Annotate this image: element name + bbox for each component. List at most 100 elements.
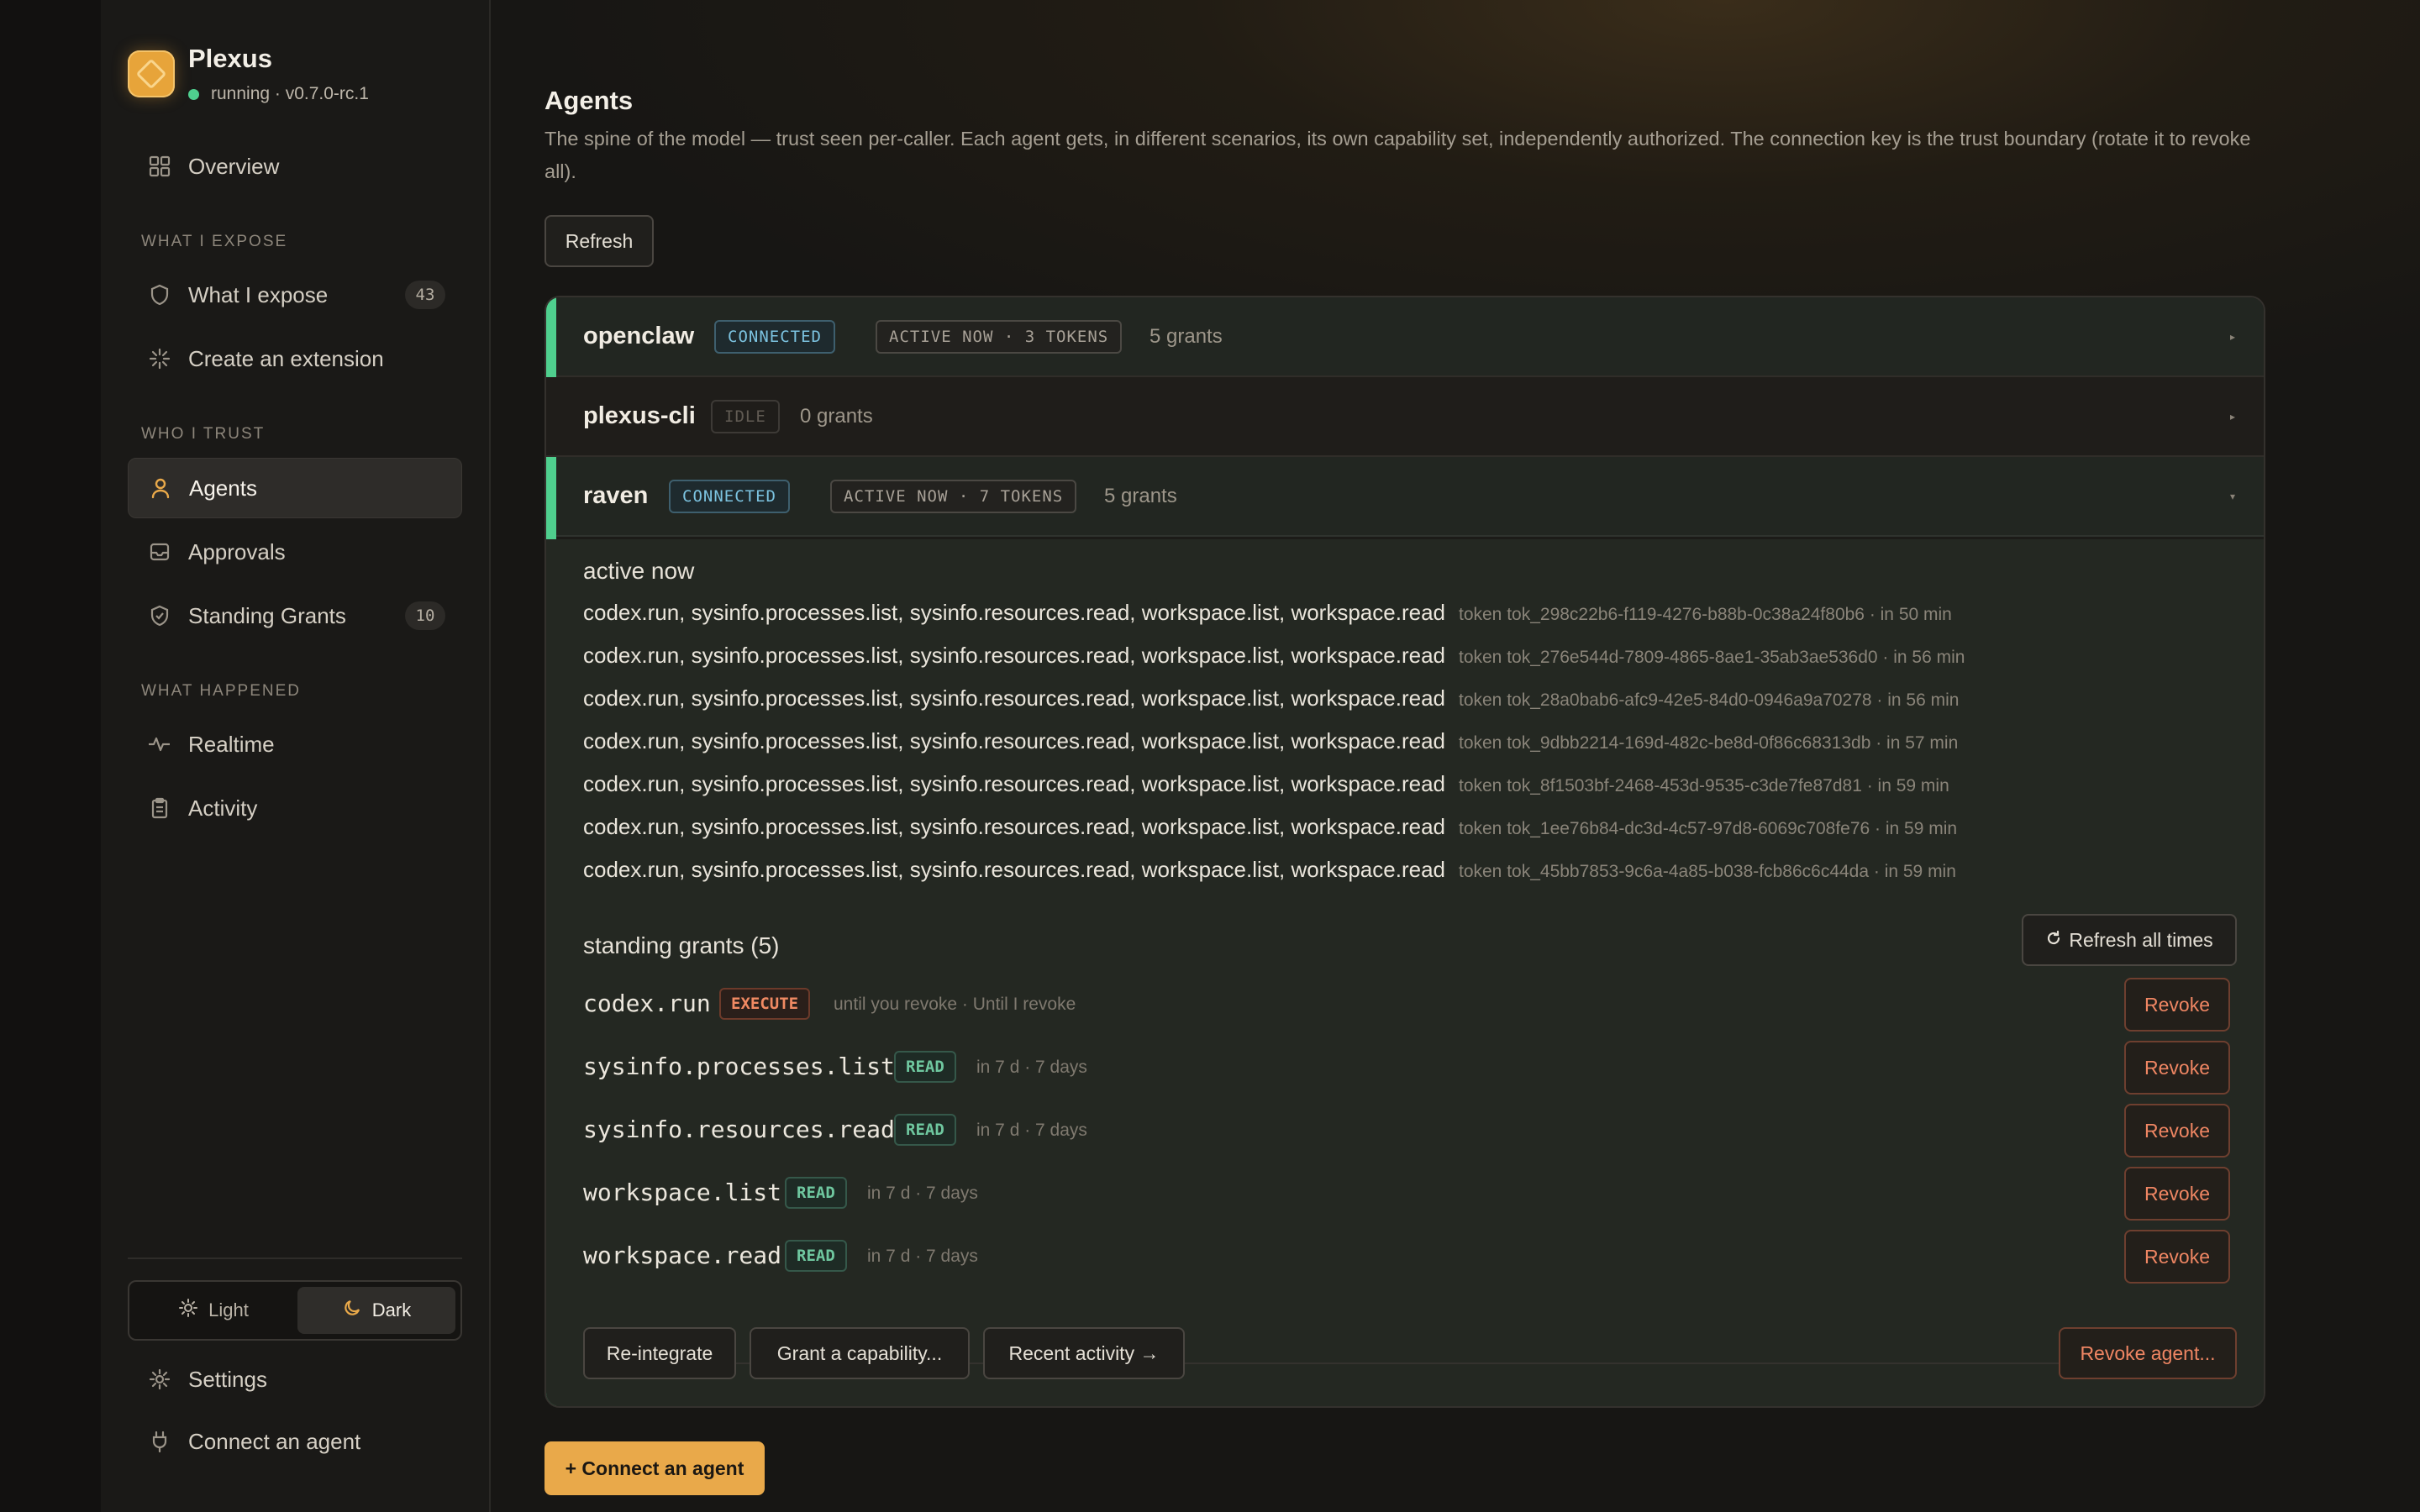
agent-name: openclaw (583, 323, 695, 349)
moon-icon (342, 1298, 362, 1323)
session-row: codex.run, sysinfo.processes.list, sysin… (583, 771, 1949, 801)
connect-agent-button[interactable]: + Connect an agent (544, 1441, 765, 1495)
session-row: codex.run, sysinfo.processes.list, sysin… (583, 643, 1965, 673)
grant-expiry: in 7 d · 7 days (867, 1184, 978, 1203)
agent-name: raven (583, 482, 649, 509)
session-token: token tok_1ee76b84-dc3d-4c57-97d8-6069c7… (1458, 819, 1958, 838)
sidebar-item-label: Settings (188, 1366, 267, 1392)
section-who-i-trust: WHO I TRUST (141, 425, 266, 443)
session-row: codex.run, sysinfo.processes.list, sysin… (583, 857, 1956, 887)
permission-badge: READ (785, 1240, 847, 1272)
sidebar-divider (128, 1257, 462, 1259)
reintegrate-button[interactable]: Re-integrate (583, 1327, 736, 1379)
status-badge: CONNECTED (669, 479, 790, 513)
theme-light-label: Light (208, 1299, 249, 1320)
sidebar-item-label: Overview (188, 153, 280, 179)
session-capabilities: codex.run, sysinfo.processes.list, sysin… (583, 857, 1445, 882)
window-gutter (0, 0, 101, 1512)
grant-capability-button[interactable]: Grant a capability... (750, 1327, 970, 1379)
agent-row-openclaw[interactable]: openclaw CONNECTED ACTIVE NOW · 3 TOKENS… (546, 297, 2264, 377)
sun-icon (178, 1298, 198, 1323)
session-row: codex.run, sysinfo.processes.list, sysin… (583, 600, 1952, 630)
session-token: token tok_28a0bab6-afc9-42e5-84d0-0946a9… (1458, 690, 1960, 710)
theme-toggle: Light Dark (128, 1280, 462, 1341)
revoke-button[interactable]: Revoke (2124, 978, 2230, 1032)
grant-expiry: in 7 d · 7 days (976, 1058, 1087, 1077)
section-what-i-expose: WHAT I EXPOSE (141, 233, 288, 250)
sidebar-item-settings[interactable]: Settings (128, 1349, 462, 1410)
revoke-button[interactable]: Revoke (2124, 1230, 2230, 1284)
shield-icon (148, 283, 171, 307)
sidebar-item-what-i-expose[interactable]: What I expose 43 (128, 265, 462, 325)
sidebar-item-standing-grants[interactable]: Standing Grants 10 (128, 585, 462, 646)
session-capabilities: codex.run, sysinfo.processes.list, sysin… (583, 685, 1445, 711)
app-status: running · v0.7.0-rc.1 (188, 84, 369, 104)
sidebar-item-label: Agents (189, 475, 257, 501)
person-icon (149, 476, 172, 500)
sidebar: Plexus running · v0.7.0-rc.1 Overview WH… (101, 0, 491, 1512)
session-token: token tok_45bb7853-9c6a-4a85-b038-fcb86c… (1458, 862, 1956, 881)
refresh-icon (2045, 929, 2062, 952)
revoke-button[interactable]: Revoke (2124, 1104, 2230, 1158)
revoke-button[interactable]: Revoke (2124, 1041, 2230, 1095)
permission-badge: READ (894, 1051, 956, 1083)
active-now-title: active now (583, 558, 695, 584)
theme-dark-label: Dark (371, 1299, 412, 1320)
permission-badge: EXECUTE (719, 988, 811, 1020)
revoke-agent-button[interactable]: Revoke agent... (2059, 1327, 2237, 1379)
shield-check-icon (148, 604, 171, 627)
grant-expiry: in 7 d · 7 days (976, 1121, 1087, 1140)
grant-capability: workspace.read (583, 1242, 782, 1269)
sidebar-item-agents[interactable]: Agents (128, 458, 462, 518)
grant-capability: codex.run (583, 990, 711, 1017)
grant-count: 0 grants (800, 404, 873, 428)
app-status-text: running · v0.7.0-rc.1 (211, 84, 369, 103)
sidebar-item-label: Activity (188, 795, 258, 821)
inbox-icon (148, 540, 171, 564)
agent-row-plexus-cli[interactable]: plexus-cli IDLE 0 grants ▸ (546, 377, 2264, 457)
sidebar-item-label: Realtime (188, 731, 275, 757)
pulse-icon (148, 732, 171, 756)
status-badge: IDLE (711, 399, 780, 433)
sidebar-item-label: Approvals (188, 538, 286, 564)
session-token: token tok_298c22b6-f119-4276-b88b-0c38a2… (1458, 605, 1952, 624)
gear-icon (148, 1368, 171, 1391)
session-capabilities: codex.run, sysinfo.processes.list, sysin… (583, 600, 1445, 625)
grid-icon (148, 155, 171, 178)
recent-activity-button[interactable]: Recent activity → (983, 1327, 1185, 1379)
theme-light-button[interactable]: Light (134, 1287, 292, 1334)
theme-dark-button[interactable]: Dark (297, 1287, 455, 1334)
connected-indicator (546, 297, 556, 377)
session-row: codex.run, sysinfo.processes.list, sysin… (583, 814, 1957, 844)
revoke-button[interactable]: Revoke (2124, 1167, 2230, 1221)
grant-row: workspace.read READ in 7 d · 7 days Revo… (583, 1230, 2230, 1284)
refresh-button[interactable]: Refresh (544, 215, 654, 267)
chevron-down-icon: ▾ (2229, 490, 2235, 502)
chevron-right-icon: ▸ (2229, 330, 2235, 343)
session-token: token tok_276e544d-7809-4865-8ae1-35ab3a… (1458, 648, 1965, 667)
session-capabilities: codex.run, sysinfo.processes.list, sysin… (583, 771, 1445, 796)
count-badge: 43 (405, 281, 445, 309)
sidebar-item-connect-agent[interactable]: Connect an agent (128, 1411, 462, 1472)
permission-badge: READ (785, 1177, 847, 1209)
page-description: The spine of the model — trust seen per-… (544, 128, 2251, 182)
grant-row: sysinfo.resources.read READ in 7 d · 7 d… (583, 1104, 2230, 1158)
grant-row: sysinfo.processes.list READ in 7 d · 7 d… (583, 1041, 2230, 1095)
refresh-all-times-button[interactable]: Refresh all times (2022, 914, 2237, 966)
sidebar-item-approvals[interactable]: Approvals (128, 522, 462, 582)
session-capabilities: codex.run, sysinfo.processes.list, sysin… (583, 814, 1445, 839)
agent-row-raven[interactable]: raven CONNECTED ACTIVE NOW · 7 TOKENS 5 … (546, 457, 2264, 537)
sidebar-item-activity[interactable]: Activity (128, 778, 462, 838)
clipboard-icon (148, 796, 171, 820)
sidebar-item-realtime[interactable]: Realtime (128, 714, 462, 774)
sidebar-item-create-extension[interactable]: Create an extension (128, 328, 462, 389)
session-row: codex.run, sysinfo.processes.list, sysin… (583, 728, 1958, 759)
grant-row: codex.run EXECUTE until you revoke · Unt… (583, 978, 2230, 1032)
grant-expiry: until you revoke · Until I revoke (834, 995, 1076, 1014)
sidebar-item-overview[interactable]: Overview (128, 136, 462, 197)
sidebar-item-label: Create an extension (188, 345, 384, 371)
grant-count: 5 grants (1150, 324, 1223, 348)
count-badge: 10 (405, 601, 445, 630)
grant-capability: workspace.list (583, 1179, 782, 1206)
chevron-right-icon: ▸ (2229, 410, 2235, 423)
